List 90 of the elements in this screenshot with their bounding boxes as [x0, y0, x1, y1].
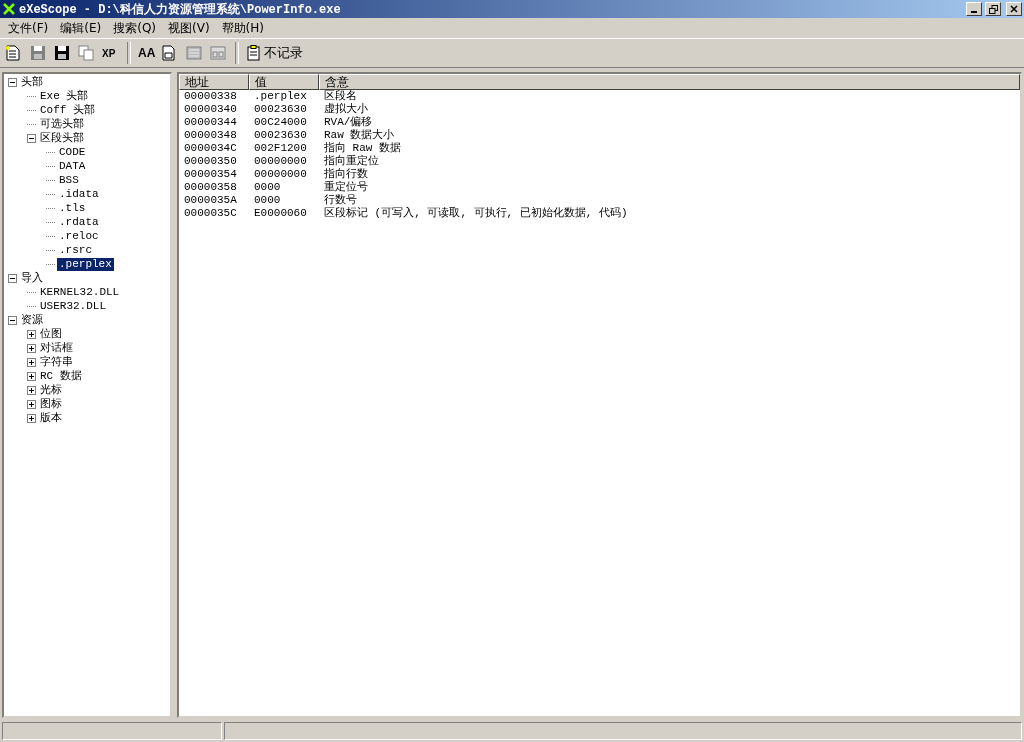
tree-item[interactable]: USER32.DLL	[38, 299, 108, 313]
table-cell-text: 00000354	[183, 168, 238, 181]
tree-item[interactable]: Coff 头部	[38, 103, 97, 117]
tree-item[interactable]: 导入	[19, 271, 45, 285]
table-cell-text: 0000035C	[183, 207, 238, 220]
menu-item[interactable]: 编辑(E)	[54, 19, 108, 37]
tree-item[interactable]: .idata	[57, 187, 101, 201]
expand-icon[interactable]	[27, 413, 36, 423]
tree-item[interactable]: .tls	[57, 201, 88, 215]
clipboard-icon	[246, 45, 262, 61]
table-cell-text: 00000000	[253, 168, 308, 181]
table-cell-text: 00C24000	[253, 116, 308, 129]
table-cell-text: 00000350	[183, 155, 238, 168]
tree-item[interactable]: .rsrc	[57, 243, 94, 257]
restore-button[interactable]	[985, 2, 1001, 16]
table-cell-text: 00023630	[253, 129, 308, 142]
tree-item[interactable]: DATA	[57, 159, 88, 173]
tree-item[interactable]: .perplex	[57, 257, 114, 271]
toolbar-button[interactable]: AA	[136, 42, 158, 64]
tree-item[interactable]: 字符串	[38, 355, 75, 369]
collapse-icon[interactable]	[27, 133, 36, 143]
table-cell-text: 0000	[253, 181, 282, 194]
tree-item[interactable]: KERNEL32.DLL	[38, 285, 122, 299]
table-cell-text: 00000338	[183, 90, 238, 103]
column-header[interactable]: 地址	[179, 74, 249, 90]
copy-icon	[78, 45, 94, 61]
expand-icon[interactable]	[27, 371, 36, 381]
collapse-icon[interactable]	[8, 273, 17, 283]
tree-item[interactable]: RC 数据	[38, 369, 84, 383]
expand-icon[interactable]	[27, 343, 36, 353]
table-cell-text: 行数号	[323, 194, 358, 207]
tree-item[interactable]: .rdata	[57, 215, 101, 229]
document-icon	[162, 45, 175, 61]
minimize-button[interactable]	[966, 2, 982, 16]
column-header[interactable]: 值	[249, 74, 319, 90]
app-logo-icon	[2, 2, 16, 16]
table-cell-text: 0000034C	[183, 142, 238, 155]
expand-icon[interactable]	[27, 399, 36, 409]
expand-icon[interactable]	[27, 329, 36, 339]
close-button[interactable]	[1006, 2, 1022, 16]
collapse-icon[interactable]	[8, 315, 17, 325]
tree-item[interactable]: 头部	[19, 75, 45, 89]
toolbar-button[interactable]: 不记录	[244, 42, 305, 64]
new-file-icon	[6, 45, 20, 61]
tree-item[interactable]: 位图	[38, 327, 64, 341]
table-cell-text: 0000035A	[183, 194, 238, 207]
tree-item[interactable]: 对话框	[38, 341, 75, 355]
menu-item[interactable]: 视图(V)	[162, 19, 216, 37]
tree-item[interactable]: 区段头部	[38, 131, 86, 145]
panel-icon	[210, 46, 226, 60]
table-cell-text: Raw 数据大小	[323, 129, 396, 142]
menu-item[interactable]: 搜索(Q)	[107, 19, 163, 37]
table-cell-text: 00000000	[253, 155, 308, 168]
table-cell-text: 00023630	[253, 103, 308, 116]
table-cell-text: 虚拟大小	[323, 103, 369, 116]
table-cell-text: 00000358	[183, 181, 238, 194]
tree-item[interactable]: 资源	[19, 313, 45, 327]
tree-item[interactable]: .reloc	[57, 229, 101, 243]
table-cell-text: 区段标记 (可写入, 可读取, 可执行, 已初始化数据, 代码)	[323, 207, 629, 220]
tree-item[interactable]: BSS	[57, 173, 81, 187]
table-cell-text: 区段名	[323, 90, 358, 103]
tree-item[interactable]: 图标	[38, 397, 64, 411]
table-cell-text: 002F1200	[253, 142, 308, 155]
table-cell-text: .perplex	[253, 90, 308, 103]
table-cell-text: 00000344	[183, 116, 238, 129]
tree-item[interactable]: 可选头部	[38, 117, 86, 131]
tree-item[interactable]: 版本	[38, 411, 64, 425]
column-header[interactable]: 含意	[319, 74, 1020, 90]
expand-icon[interactable]	[27, 385, 36, 395]
grid-icon	[186, 46, 202, 60]
table-cell-text: 指向重定位	[323, 155, 380, 168]
tree-item[interactable]: 光标	[38, 383, 64, 397]
table-cell-text: RVA/偏移	[323, 116, 374, 129]
table-cell-text: 0000	[253, 194, 282, 207]
table-cell-text: 指向 Raw 数据	[323, 142, 402, 155]
close-icon	[1010, 5, 1018, 13]
expand-icon[interactable]	[27, 357, 36, 367]
collapse-icon[interactable]	[8, 77, 17, 87]
table-cell-text: 指向行数	[323, 168, 369, 181]
tree-item[interactable]: CODE	[57, 145, 88, 159]
tree-item[interactable]: Exe 头部	[38, 89, 91, 103]
table-cell-text: 重定位号	[323, 181, 369, 194]
menu-item[interactable]: 帮助(H)	[215, 19, 270, 37]
table-cell-text: 00000340	[183, 103, 238, 116]
window-title: eXeScope - D:\科信人力资源管理系统\PowerInfo.exe	[19, 1, 342, 18]
restore-icon	[988, 4, 998, 14]
menu-item[interactable]: 文件(F)	[2, 19, 55, 37]
table-cell-text: 00000348	[183, 129, 238, 142]
table-cell-text: E0000060	[253, 207, 308, 220]
toolbar-button[interactable]: XP	[100, 42, 122, 64]
